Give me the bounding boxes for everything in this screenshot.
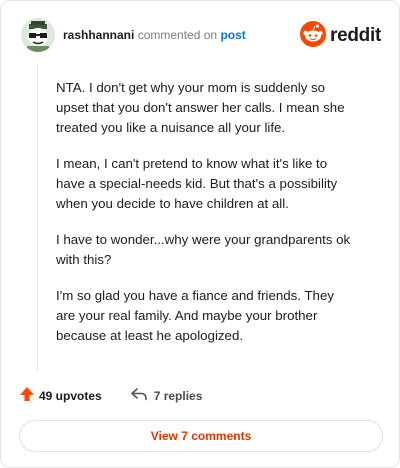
thread-line (37, 63, 38, 371)
upvote-count: 49 upvotes (39, 389, 102, 403)
avatar[interactable] (21, 18, 55, 52)
reply-arrow-icon (130, 387, 148, 406)
view-comments-button[interactable]: View 7 comments (19, 420, 383, 452)
username[interactable]: rashhannani (63, 28, 134, 42)
replies-count: 7 replies (153, 389, 203, 403)
upvote-button[interactable]: 49 upvotes (19, 386, 102, 407)
comment-paragraph: I mean, I can't pretend to know what it'… (56, 156, 338, 211)
action-text: commented on (137, 28, 218, 42)
comment-header: rashhannani commented on post reddit (21, 18, 381, 54)
replies-button[interactable]: 7 replies (130, 387, 203, 406)
comment-meta: rashhannani commented on post (63, 27, 246, 43)
comment-card: rashhannani commented on post reddit NTA… (0, 0, 400, 468)
reddit-brand[interactable]: reddit (300, 20, 381, 52)
post-link[interactable]: post (220, 28, 245, 42)
comment-paragraph: I'm so glad you have a fiance and friend… (56, 288, 335, 343)
comment-body: NTA. I don't get why your mom is suddenl… (56, 78, 356, 362)
reddit-snoo-icon (300, 20, 327, 52)
upvote-arrow-icon (19, 386, 35, 407)
brand-wordmark: reddit (330, 25, 381, 46)
comment-footer: 49 upvotes 7 replies (19, 386, 203, 407)
comment-paragraph: NTA. I don't get why your mom is suddenl… (56, 80, 345, 135)
comment-paragraph: I have to wonder...why were your grandpa… (56, 232, 351, 267)
